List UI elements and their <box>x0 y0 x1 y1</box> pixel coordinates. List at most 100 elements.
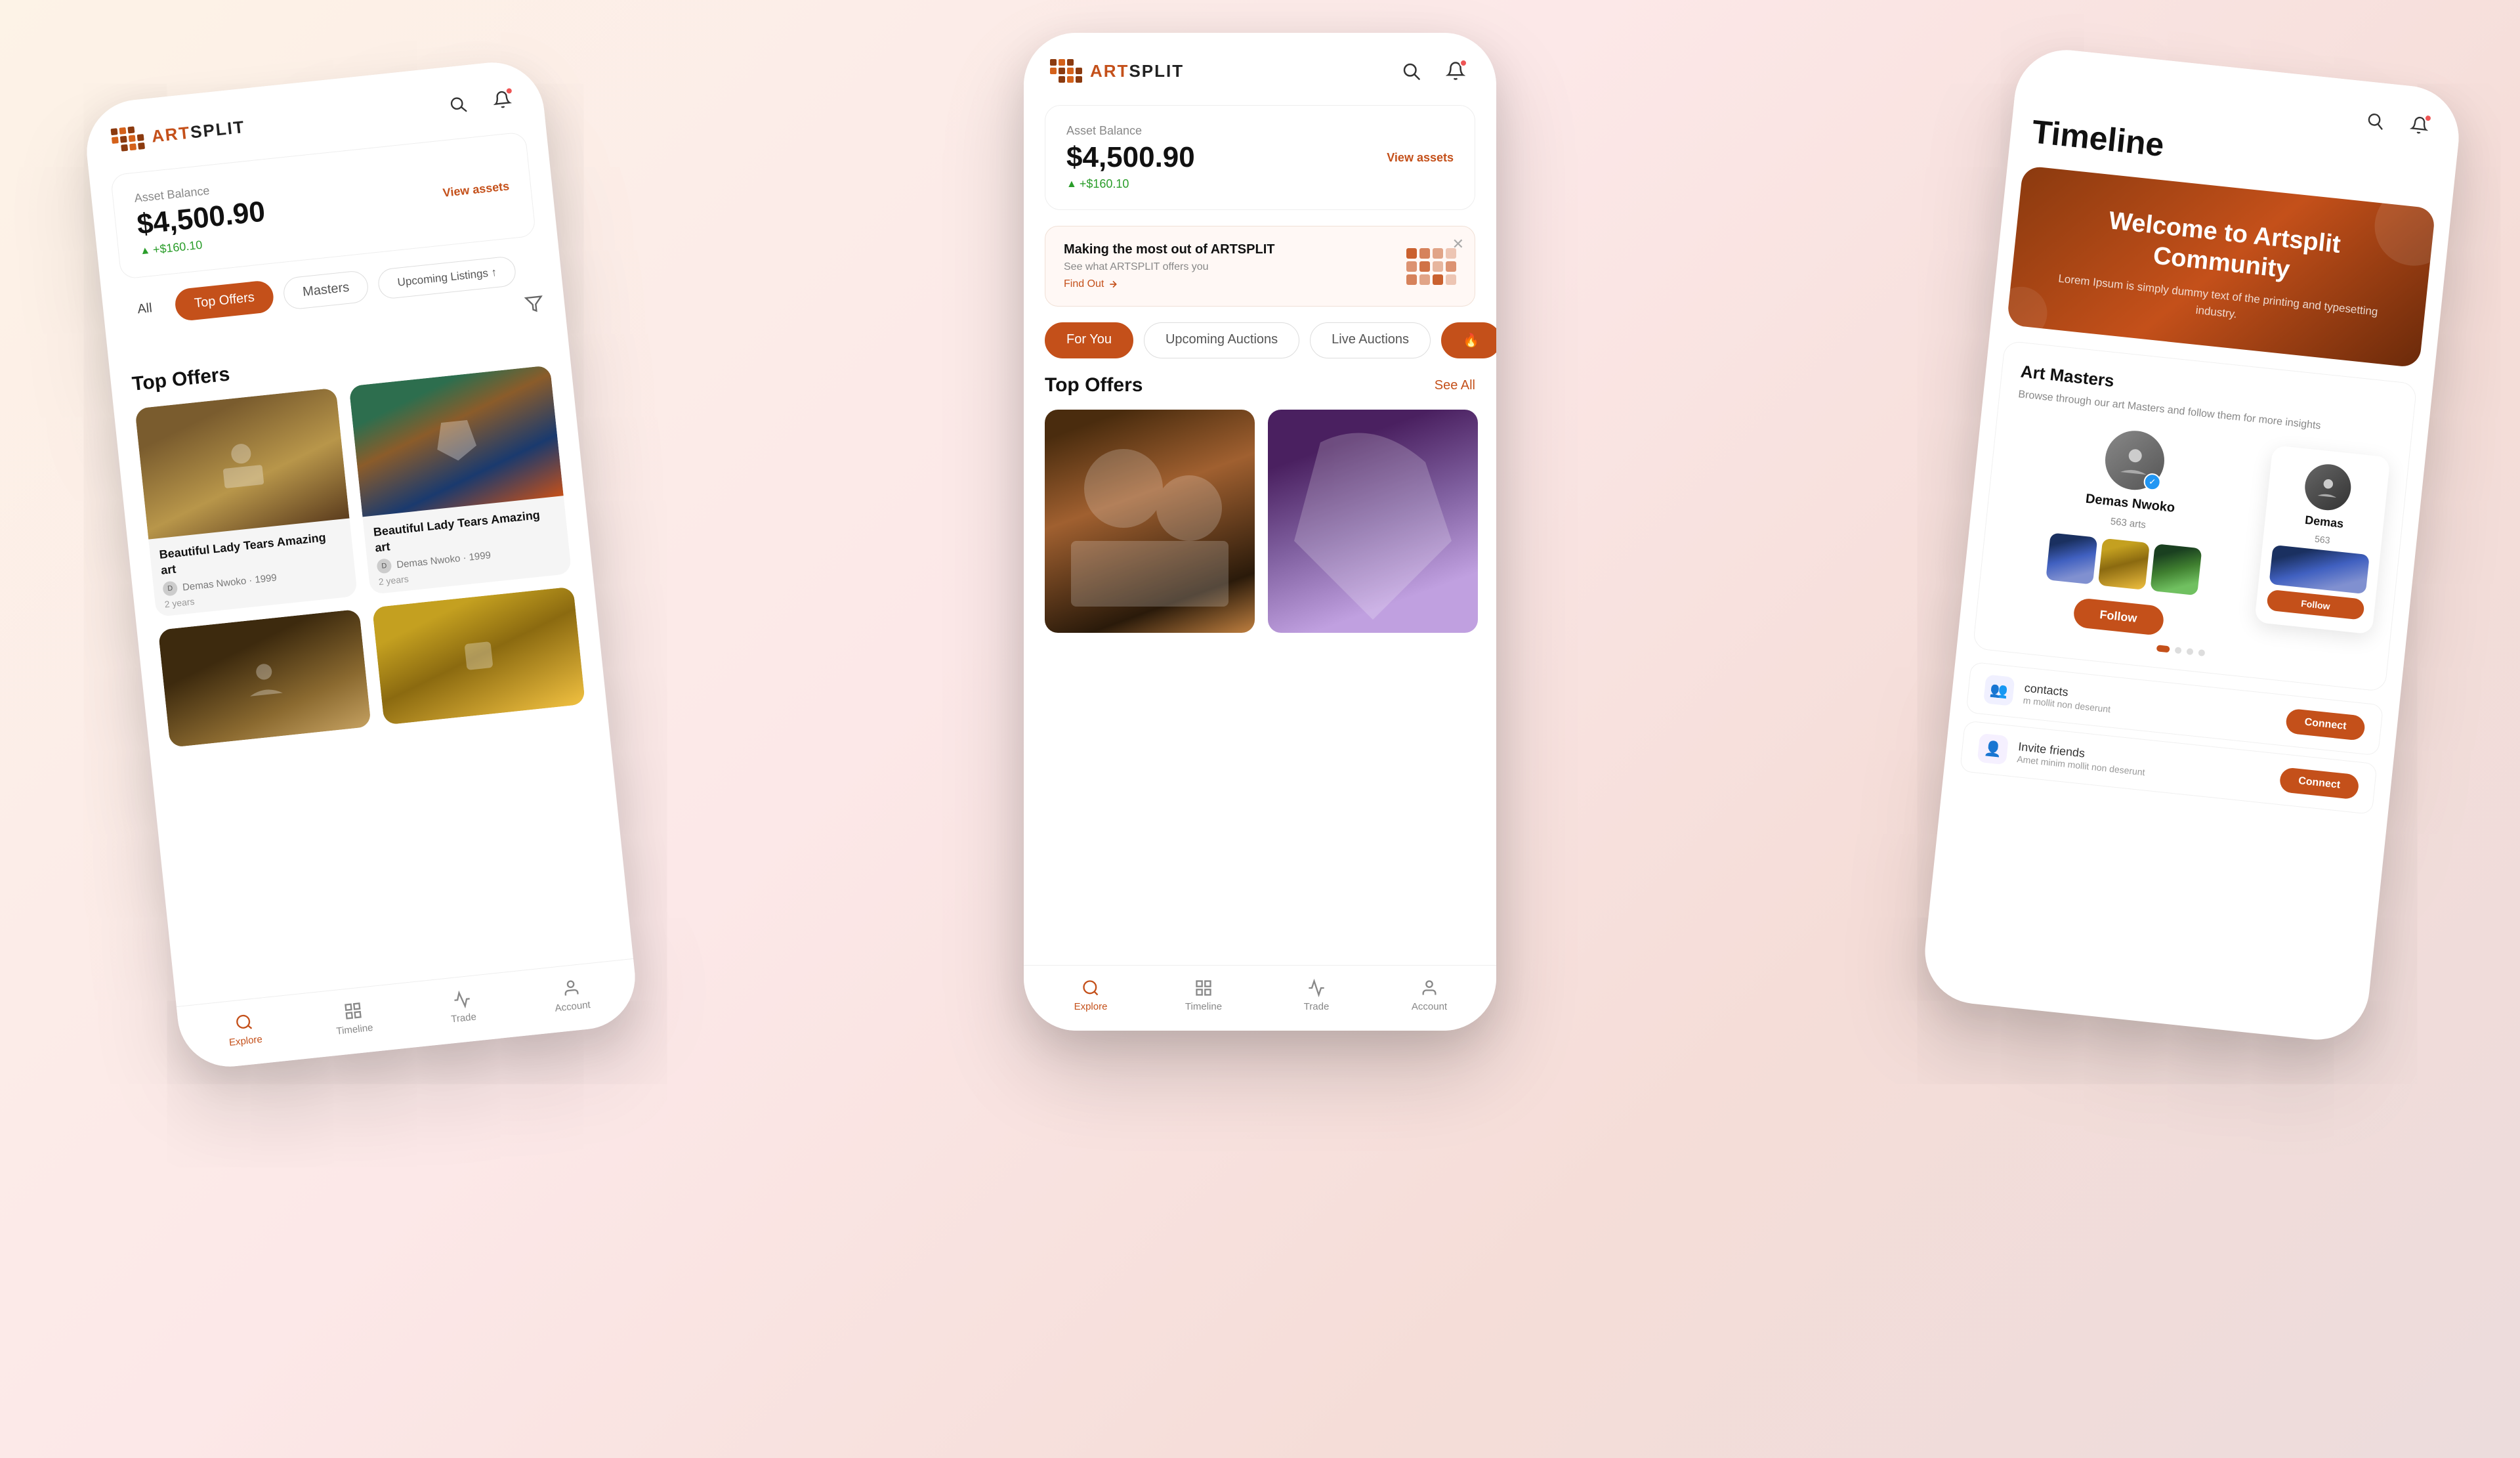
logo-area-center: ARTSPLIT <box>1050 59 1184 83</box>
logo-icon-center <box>1050 59 1082 83</box>
promo-banner: Making the most out of ARTSPLIT See what… <box>1045 226 1475 307</box>
center-art-2[interactable] <box>1268 410 1478 633</box>
nav-trade-center[interactable]: Trade <box>1290 979 1343 1012</box>
logo-accent: ART <box>150 122 191 146</box>
nav-timeline-label-left: Timeline <box>336 1022 374 1037</box>
balance-change-center: ▲ +$160.10 <box>1066 177 1195 191</box>
cat-live-auctions[interactable]: Live Auctions <box>1310 322 1431 358</box>
master-art-thumbnails <box>2046 533 2202 596</box>
nav-account-center[interactable]: Account <box>1403 979 1456 1012</box>
phone-center: ARTSPLIT Asset Balance $4,500.90 ▲ +$160… <box>1024 33 1496 1031</box>
cat-for-you[interactable]: For You <box>1045 322 1133 358</box>
dot-3 <box>2186 648 2193 655</box>
phone-right: Timeline Welcome to Artsplit Community L… <box>1920 45 2464 1044</box>
master-thumb-3 <box>2150 544 2202 595</box>
nav-explore-left[interactable]: Explore <box>217 1010 272 1049</box>
nav-explore-label-left: Explore <box>228 1034 262 1048</box>
bottom-nav-left: Explore Timeline Trade Account <box>177 958 640 1072</box>
notification-button-center[interactable] <box>1441 56 1470 85</box>
filter-icon-left[interactable] <box>524 294 545 319</box>
art-image-4 <box>372 587 585 725</box>
master-card-demas: ✓ Demas Nwoko 563 arts Follow <box>1995 418 2260 644</box>
invite-connect-button[interactable]: Connect <box>2278 767 2359 800</box>
header-icons-right <box>2359 104 2435 140</box>
dot-2 <box>2175 647 2182 654</box>
notif-dot-left <box>505 87 513 95</box>
nav-explore-label-center: Explore <box>1074 1001 1108 1012</box>
logo-text-left: ARTSPLIT <box>150 116 246 146</box>
cat-new[interactable]: 🔥 <box>1441 322 1496 358</box>
invite-icon: 👤 <box>1977 733 2009 765</box>
second-master-count: 563 <box>2314 534 2330 546</box>
nav-account-label-center: Account <box>1412 1001 1447 1012</box>
art-card-4[interactable] <box>372 587 585 725</box>
art-image-2 <box>349 366 564 517</box>
art-masters-section: Art Masters Browse through our art Maste… <box>1973 341 2418 692</box>
search-button-right[interactable] <box>2359 104 2391 136</box>
header-icons-left <box>442 83 518 119</box>
balance-label-center: Asset Balance <box>1066 124 1195 138</box>
nav-timeline-center[interactable]: Timeline <box>1177 979 1230 1012</box>
filter-all[interactable]: All <box>123 292 167 327</box>
view-assets-left[interactable]: View assets <box>442 179 510 200</box>
logo-text-center: ARTSPLIT <box>1090 61 1184 81</box>
notification-button-left[interactable] <box>486 83 518 115</box>
art-image-1 <box>135 388 349 540</box>
second-master-thumb <box>2269 545 2369 594</box>
master-thumb-2 <box>2098 538 2150 590</box>
nav-timeline-label-center: Timeline <box>1185 1001 1222 1012</box>
nav-trade-label-center: Trade <box>1304 1001 1330 1012</box>
art-grid-left: Beautiful Lady Tears Amazing art D Demas… <box>114 363 608 763</box>
contacts-icon: 👥 <box>1983 675 2015 706</box>
balance-card-center: Asset Balance $4,500.90 ▲ +$160.10 View … <box>1045 105 1475 210</box>
notif-dot-center <box>1460 59 1467 67</box>
balance-amount-center: $4,500.90 <box>1066 142 1195 173</box>
see-all-center[interactable]: See All <box>1435 378 1475 393</box>
artist-avatar-1: D <box>162 581 178 597</box>
category-pills: For You Upcoming Auctions Live Auctions … <box>1024 322 1496 374</box>
artist-avatar-2: D <box>376 558 392 574</box>
center-art-1[interactable] <box>1045 410 1255 633</box>
art-card-3[interactable] <box>158 609 371 748</box>
second-follow-button[interactable]: Follow <box>2266 590 2365 620</box>
filter-top-offers[interactable]: Top Offers <box>174 280 275 322</box>
master-name-demas: Demas Nwoko <box>2085 492 2175 516</box>
art-card-2[interactable]: Beautiful Lady Tears Amazing art D Demas… <box>349 366 572 595</box>
nav-account-label-left: Account <box>555 999 591 1014</box>
phone-left: ARTSPLIT Asset Balance $4,500.90 ▲ +$160… <box>82 57 640 1071</box>
second-master-avatar <box>2303 462 2353 513</box>
notification-button-right[interactable] <box>2404 110 2435 141</box>
filter-masters[interactable]: Masters <box>282 270 370 311</box>
promo-icon-grid <box>1406 248 1456 285</box>
nav-trade-label-left: Trade <box>450 1011 476 1025</box>
nav-account-left[interactable]: Account <box>543 976 599 1015</box>
dot-1 <box>2156 645 2170 653</box>
center-art-row <box>1024 410 1496 698</box>
promo-link[interactable]: Find Out <box>1064 278 1274 290</box>
dot-4 <box>2198 649 2205 656</box>
logo-area-left: ARTSPLIT <box>111 115 247 152</box>
art-card-1[interactable]: Beautiful Lady Tears Amazing art D Demas… <box>135 388 358 617</box>
master-count-demas: 563 arts <box>2110 516 2147 531</box>
view-assets-center[interactable]: View assets <box>1387 151 1454 165</box>
nav-trade-left[interactable]: Trade <box>434 987 490 1026</box>
filter-upcoming[interactable]: Upcoming Listings ↑ <box>377 255 517 300</box>
section-title-center: Top Offers <box>1045 374 1143 397</box>
search-button-center[interactable] <box>1396 56 1425 85</box>
nav-explore-center[interactable]: Explore <box>1064 979 1117 1012</box>
contacts-connect-button[interactable]: Connect <box>2285 708 2366 741</box>
bottom-nav-center: Explore Timeline Trade Account <box>1024 965 1496 1031</box>
nav-timeline-left[interactable]: Timeline <box>326 999 381 1038</box>
art-image-3 <box>158 609 371 748</box>
search-button-left[interactable] <box>442 89 473 120</box>
master-avatar-demas: ✓ <box>2103 428 2168 493</box>
promo-close-button[interactable]: ✕ <box>1452 236 1464 253</box>
cat-upcoming-auctions[interactable]: Upcoming Auctions <box>1144 322 1299 358</box>
second-master-card: Demas 563 Follow <box>2254 445 2390 634</box>
logo-accent-center: ART <box>1090 61 1129 81</box>
master-thumb-1 <box>2046 533 2097 585</box>
promo-title: Making the most out of ARTSPLIT <box>1064 242 1274 257</box>
center-phone-header: ARTSPLIT <box>1024 33 1496 98</box>
notif-dot-right <box>2424 114 2432 122</box>
logo-icon-left <box>111 125 145 152</box>
